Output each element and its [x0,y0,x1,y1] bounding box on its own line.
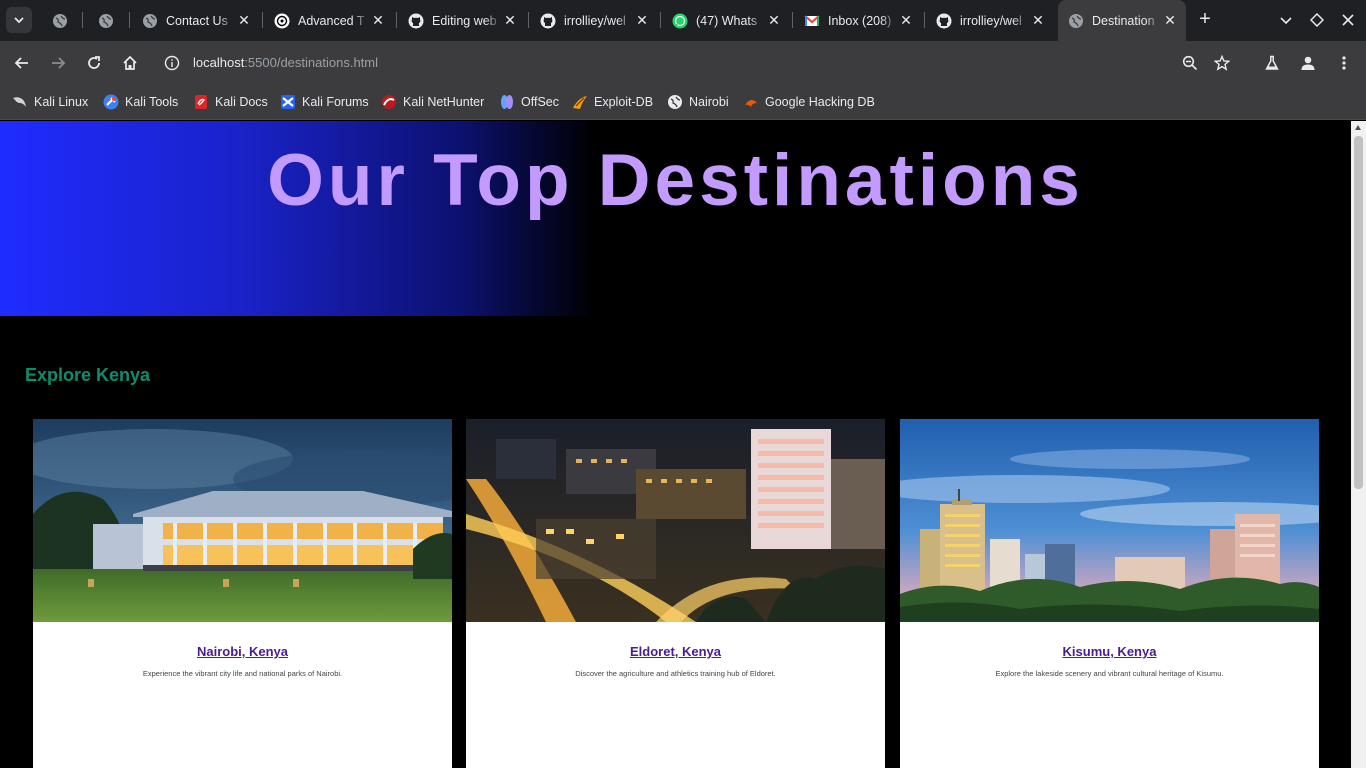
whatsapp-icon [672,13,688,29]
kebab-menu-icon [1342,56,1346,70]
scroll-thumb[interactable] [1354,136,1363,489]
close-icon [1342,14,1354,26]
tab-1[interactable] [42,6,82,35]
destination-link-nairobi[interactable]: Nairobi, Kenya [33,644,452,659]
close-icon[interactable]: ✕ [370,12,386,29]
bookmark-kali-docs[interactable]: Kali Docs [193,93,268,111]
hero-title: Our Top Destinations [267,140,1084,221]
reload-icon [88,56,100,69]
offsec-icon [499,94,515,110]
window-close-button[interactable] [1339,11,1357,29]
info-icon [164,55,180,71]
bookmark-kali-linux[interactable]: Kali Linux [12,93,88,111]
destination-card-kisumu: Kisumu, Kenya Explore the lakeside scene… [900,419,1319,768]
chevron-down-icon [14,17,24,24]
eldoret-photo [466,419,885,622]
github-icon [408,13,424,29]
openai-icon [274,13,290,29]
bookmark-star-button[interactable] [1212,53,1232,73]
kali-forums-icon [280,94,296,110]
tab-irrolliey-2[interactable]: irrolliey/wel ✕ [926,6,1054,35]
tab-list-button[interactable] [1277,11,1295,29]
person-icon [1301,56,1315,70]
github-icon [540,13,556,29]
kali-docs-icon [193,94,209,110]
close-icon[interactable]: ✕ [766,12,782,29]
forward-button[interactable] [48,53,68,73]
tab-editing-web[interactable]: Editing web ✕ [398,6,526,35]
labs-button[interactable] [1262,53,1282,73]
tab-destinations[interactable]: Destination ✕ [1058,0,1186,41]
zoom-button[interactable] [1180,53,1200,73]
tab-whatsapp[interactable]: (47) Whats ✕ [662,6,790,35]
bookmark-nairobi[interactable]: Nairobi [667,93,729,111]
tab-advanced[interactable]: Advanced T ✕ [264,6,394,35]
flask-icon [1265,55,1279,70]
bookmark-exploit-db[interactable]: Exploit-DB [572,93,653,111]
kisumu-photo [900,419,1319,622]
globe-icon [52,13,68,29]
destination-card-eldoret: Eldoret, Kenya Discover the agriculture … [466,419,885,768]
close-icon[interactable]: ✕ [1162,12,1178,29]
arrow-right-icon [52,57,66,69]
close-icon[interactable]: ✕ [502,12,518,29]
close-icon[interactable]: ✕ [898,12,914,29]
back-button[interactable] [12,53,32,73]
bookmark-kali-tools[interactable]: Kali Tools [103,93,178,111]
site-info-button[interactable] [162,53,182,73]
tab-contact-us[interactable]: Contact Us ✕ [132,6,260,35]
diamond-icon [1310,13,1324,27]
page-viewport: Our Top Destinations Explore Kenya Nairo… [0,121,1351,768]
page-scrollbar[interactable] [1351,121,1366,768]
menu-button[interactable] [1334,53,1354,73]
globe-icon [667,94,683,110]
nethunter-icon [381,94,397,110]
globe-icon [142,13,158,29]
destination-description: Experience the vibrant city life and nat… [142,669,343,678]
nairobi-photo [33,419,452,622]
scroll-up-arrow-icon[interactable] [1355,125,1361,130]
tab-search-button[interactable] [6,7,32,33]
destination-card-nairobi: Nairobi, Kenya Experience the vibrant ci… [33,419,452,768]
tab-strip: Contact Us ✕ Advanced T ✕ Editing web ✕ … [0,0,1366,41]
destination-description: Discover the agriculture and athletics t… [575,669,776,678]
bookmark-offsec[interactable]: OffSec [499,93,559,111]
kali-tools-icon [103,94,119,110]
exploit-db-icon [572,94,588,110]
arrow-left-icon [14,57,28,69]
close-icon[interactable]: ✕ [236,12,252,29]
tab-gmail-inbox[interactable]: Inbox (208) ✕ [794,6,922,35]
tab-2[interactable] [88,6,128,35]
ghdb-icon [743,94,759,110]
bookmark-kali-forums[interactable]: Kali Forums [280,93,369,111]
home-button[interactable] [120,53,140,73]
destination-description: Explore the lakeside scenery and vibrant… [995,669,1224,678]
github-icon [936,13,952,29]
new-tab-button[interactable]: + [1194,9,1216,31]
globe-icon [1068,13,1084,29]
bookmark-google-hacking-db[interactable]: Google Hacking DB [743,93,875,111]
gmail-icon [804,13,820,29]
home-icon [123,55,137,70]
url-text[interactable]: localhost:5500/destinations.html [193,55,378,70]
bookmarks-bar: Kali Linux Kali Tools Kali Docs Kali For… [0,85,1366,120]
reload-button[interactable] [84,53,104,73]
star-icon [1214,55,1230,71]
hero-banner: Our Top Destinations [0,121,1351,316]
kali-dragon-icon [12,94,28,110]
destination-link-eldoret[interactable]: Eldoret, Kenya [466,644,885,659]
tab-irrolliey-1[interactable]: irrolliey/wel ✕ [530,6,658,35]
zoom-out-icon [1182,55,1198,71]
chevron-down-icon [1280,17,1292,25]
destination-link-kisumu[interactable]: Kisumu, Kenya [900,644,1319,659]
bookmark-kali-nethunter[interactable]: Kali NetHunter [381,93,484,111]
close-icon[interactable]: ✕ [1030,12,1046,29]
section-title: Explore Kenya [25,365,151,385]
extension-diamond-button[interactable] [1308,11,1326,29]
globe-icon [98,13,114,29]
close-icon[interactable]: ✕ [634,12,650,29]
profile-button[interactable] [1298,53,1318,73]
